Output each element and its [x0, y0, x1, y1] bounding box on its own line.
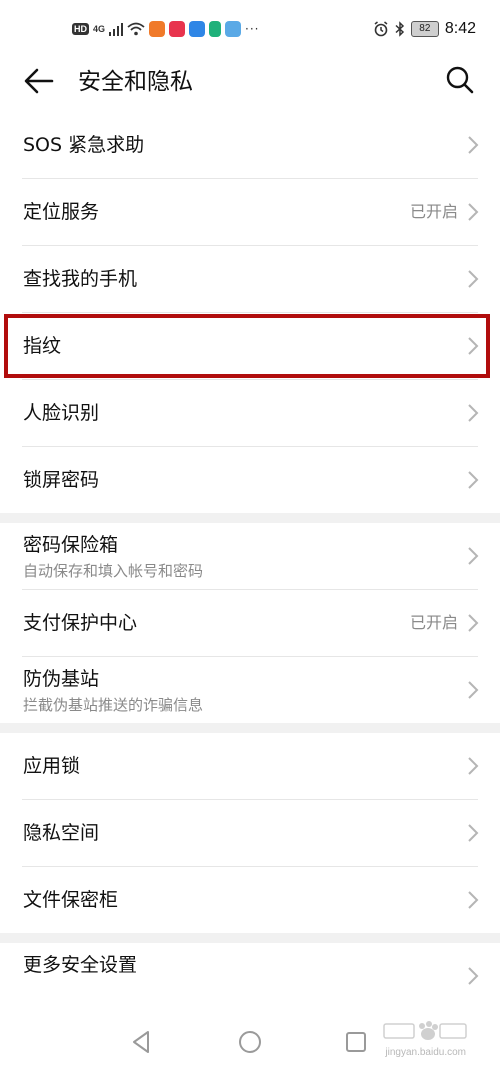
- news-app-icon: [209, 21, 222, 37]
- chevron-right-icon: [468, 967, 479, 985]
- setting-more-security[interactable]: 更多安全设置: [22, 943, 479, 1009]
- game-app-icon: [225, 21, 242, 37]
- chevron-right-icon: [468, 337, 479, 355]
- chevron-right-icon: [468, 270, 479, 288]
- setting-label: 更多安全设置: [23, 954, 138, 976]
- chevron-right-icon: [468, 136, 479, 154]
- setting-password-vault[interactable]: 密码保险箱 自动保存和填入帐号和密码: [22, 523, 479, 590]
- network-type: 4G: [93, 24, 106, 34]
- alarm-icon: [374, 21, 388, 37]
- setting-subtitle: 拦截伪基站推送的诈骗信息: [23, 696, 204, 714]
- search-icon[interactable]: [444, 64, 476, 96]
- section-divider: [0, 513, 500, 523]
- page-header: 安全和隐私: [0, 58, 500, 106]
- chevron-right-icon: [468, 681, 479, 699]
- page-title: 安全和隐私: [78, 69, 193, 95]
- setting-label: 文件保密柜: [23, 889, 119, 911]
- setting-label: 密码保险箱: [23, 534, 119, 556]
- setting-lock-screen-password[interactable]: 锁屏密码: [22, 447, 479, 513]
- bluetooth-icon: [395, 21, 404, 37]
- setting-label: 人脸识别: [23, 402, 100, 424]
- setting-label: 隐私空间: [23, 822, 100, 844]
- setting-label: 应用锁: [23, 755, 81, 777]
- battery-indicator: 82: [410, 21, 439, 37]
- nav-recent-apps-icon[interactable]: [342, 1028, 370, 1056]
- chevron-right-icon: [468, 203, 479, 221]
- status-icons-left: HD 4G ···: [72, 18, 259, 40]
- navigation-bar: jingyan.baidu.com: [0, 1016, 500, 1069]
- chevron-right-icon: [468, 547, 479, 565]
- message-app-icon: [189, 21, 206, 37]
- nav-home-icon[interactable]: [236, 1028, 264, 1056]
- status-time: 8:42: [444, 20, 476, 37]
- setting-label: 指纹: [23, 335, 62, 357]
- hd-badge: HD: [72, 23, 89, 35]
- chevron-right-icon: [468, 824, 479, 842]
- video-app-icon: [169, 21, 186, 37]
- setting-subtitle: 自动保存和填入帐号和密码: [23, 562, 204, 580]
- more-notifications-icon: ···: [245, 22, 260, 36]
- setting-label: 查找我的手机: [23, 268, 138, 290]
- setting-label: 锁屏密码: [23, 469, 100, 491]
- wifi-icon: [127, 22, 145, 36]
- setting-label: SOS 紧急求助: [23, 134, 145, 156]
- setting-private-space[interactable]: 隐私空间: [22, 800, 479, 867]
- status-bar: HD 4G ··· 82 8:42: [0, 0, 500, 58]
- setting-location-service[interactable]: 定位服务 已开启: [22, 179, 479, 246]
- setting-status: 已开启: [409, 202, 458, 221]
- setting-label: 防伪基站: [23, 668, 100, 690]
- setting-find-my-phone[interactable]: 查找我的手机: [22, 246, 479, 313]
- setting-status: 已开启: [409, 613, 458, 632]
- setting-fingerprint[interactable]: 指纹: [22, 313, 479, 380]
- baidu-logo-icon: [383, 1021, 467, 1040]
- back-arrow-icon[interactable]: [22, 64, 56, 98]
- setting-file-safe[interactable]: 文件保密柜: [22, 867, 479, 933]
- chevron-right-icon: [468, 471, 479, 489]
- setting-payment-protection[interactable]: 支付保护中心 已开启: [22, 590, 479, 657]
- setting-label: 支付保护中心: [23, 612, 138, 634]
- setting-face-recognition[interactable]: 人脸识别: [22, 380, 479, 447]
- settings-list: SOS 紧急求助 定位服务 已开启 查找我的手机 指纹 人脸识别 锁屏密码 密码…: [0, 112, 500, 1009]
- setting-sos-emergency[interactable]: SOS 紧急求助: [22, 112, 479, 179]
- chevron-right-icon: [468, 404, 479, 422]
- chevron-right-icon: [468, 614, 479, 632]
- section-divider: [0, 933, 500, 943]
- app-notification-icon: [149, 21, 166, 37]
- status-icons-right: 82 8:42: [373, 18, 476, 40]
- watermark-url: jingyan.baidu.com: [385, 1047, 466, 1058]
- chevron-right-icon: [468, 757, 479, 775]
- setting-fake-base-station[interactable]: 防伪基站 拦截伪基站推送的诈骗信息: [22, 657, 479, 723]
- setting-label: 定位服务: [23, 201, 100, 223]
- chevron-right-icon: [468, 891, 479, 909]
- section-divider: [0, 723, 500, 733]
- setting-app-lock[interactable]: 应用锁: [22, 733, 479, 800]
- signal-icon: [109, 23, 124, 36]
- nav-back-icon[interactable]: [128, 1028, 156, 1056]
- baidu-watermark: jingyan.baidu.com: [380, 1018, 472, 1058]
